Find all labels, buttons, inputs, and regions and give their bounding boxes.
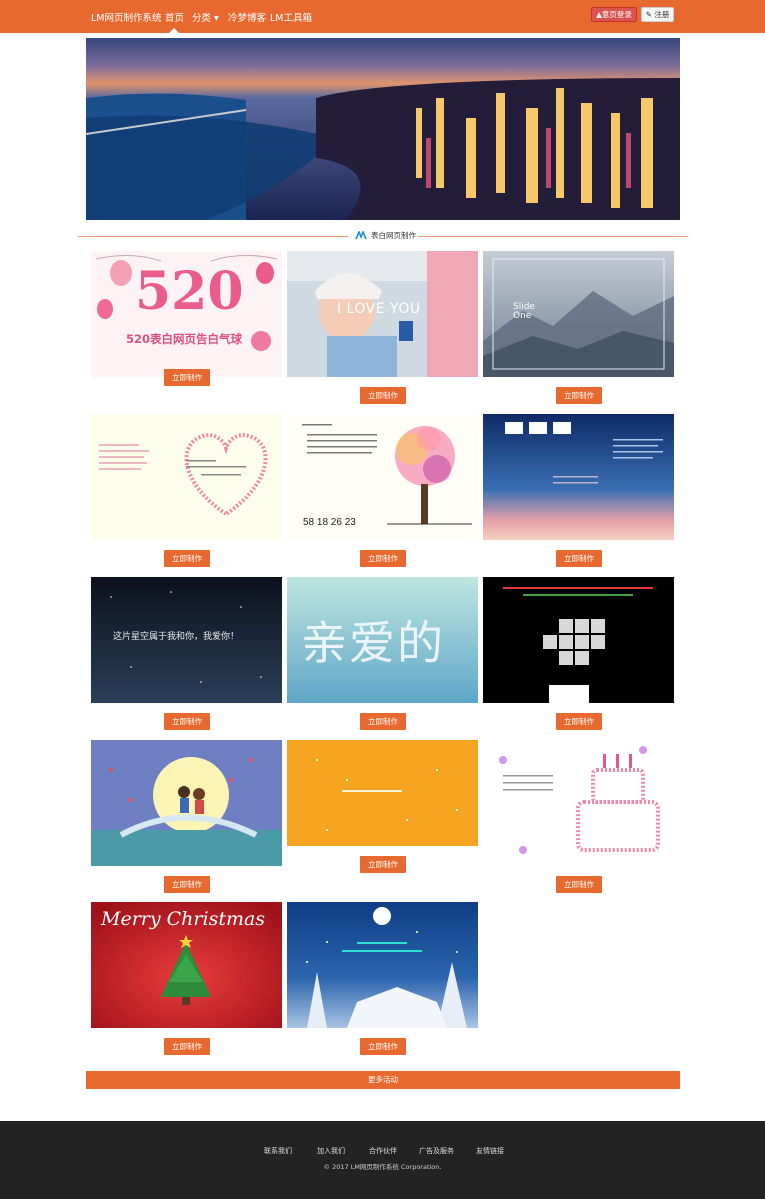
thumb-christmas-caption: Merry Christmas [101, 908, 266, 930]
make-button-11[interactable]: 立即制作 [360, 856, 406, 873]
nav-category-dropdown[interactable]: 分类 ▾ [192, 10, 219, 24]
template-thumb-moon-couple[interactable] [91, 740, 282, 866]
make-button-1[interactable]: 立即制作 [164, 369, 210, 386]
active-nav-indicator [169, 28, 179, 33]
thumb-starry-caption: 这片星空属于我和你，我爱你！ [113, 632, 240, 642]
template-thumb-orange-snow[interactable] [287, 740, 478, 846]
make-button-6[interactable]: 立即制作 [556, 550, 602, 567]
footer-link-partners[interactable]: 合作伙伴 [369, 1146, 397, 1156]
template-thumb-snow-house[interactable] [287, 902, 478, 1028]
template-thumb-dear[interactable]: 亲爱的 [287, 577, 478, 703]
nav-blog[interactable]: 冷梦博客 [228, 10, 266, 24]
template-thumb-sunset-letter[interactable] [483, 414, 674, 540]
thumb-520-caption: 520表白网页告白气球 [126, 332, 243, 346]
section-logo-icon [355, 230, 367, 239]
make-button-3[interactable]: 立即制作 [556, 387, 602, 404]
make-button-13[interactable]: 立即制作 [164, 1038, 210, 1055]
register-button[interactable]: ✎ 注册 [641, 7, 674, 22]
make-button-14[interactable]: 立即制作 [360, 1038, 406, 1055]
section-title-text: 表白网页制作 [371, 230, 416, 240]
template-thumb-i-love-you[interactable]: I LOVE YOU [287, 251, 478, 377]
template-thumb-heart-letter[interactable] [91, 414, 282, 540]
template-thumb-starry-sky[interactable]: 这片星空属于我和你，我爱你！ [91, 577, 282, 703]
make-button-10[interactable]: 立即制作 [164, 876, 210, 893]
login-button[interactable]: ▲意页登录 [591, 7, 637, 22]
make-button-8[interactable]: 立即制作 [360, 713, 406, 730]
nav-home[interactable]: 首页 [165, 10, 184, 24]
make-button-12[interactable]: 立即制作 [556, 876, 602, 893]
page-footer: 联系我们 加入我们 合作伙伴 广告及服务 友情链接 © 2017 LM网页制作系… [0, 1121, 765, 1199]
section-divider-right [418, 236, 688, 237]
make-button-4[interactable]: 立即制作 [164, 550, 210, 567]
template-thumb-photo-puzzle[interactable] [483, 577, 674, 703]
template-thumb-love-tree[interactable]: 58 18 26 23 [287, 414, 478, 540]
section-heading: 表白网页制作 [355, 228, 416, 242]
top-navbar: LM网页制作系统 首页 分类 ▾ 冷梦博客 LM工具箱 ▲意页登录 ✎ 注册 [0, 0, 765, 33]
section-divider-left [78, 236, 348, 237]
thumb-love-caption: I LOVE YOU [337, 301, 421, 317]
footer-link-join[interactable]: 加入我们 [317, 1146, 345, 1156]
more-activities-button[interactable]: 更多活动 [86, 1071, 680, 1089]
make-button-2[interactable]: 立即制作 [360, 387, 406, 404]
svg-text:58 18 26 23: 58 18 26 23 [303, 517, 356, 528]
make-button-5[interactable]: 立即制作 [360, 550, 406, 567]
template-thumb-christmas[interactable]: Merry Christmas [91, 902, 282, 1028]
template-thumb-520[interactable]: 520 520表白网页告白气球 [91, 251, 282, 377]
thumb-520-number: 520 [135, 261, 244, 322]
footer-link-ads[interactable]: 广告及服务 [419, 1146, 454, 1156]
footer-copyright: © 2017 LM网页制作系统 Corporation. [323, 1163, 442, 1171]
footer-link-contact[interactable]: 联系我们 [264, 1146, 292, 1156]
footer-link-friends[interactable]: 友情链接 [476, 1146, 504, 1156]
thumb-slide-caption: Slide One [513, 302, 535, 321]
nav-toolbox[interactable]: LM工具箱 [270, 10, 312, 24]
brand-logo[interactable]: LM网页制作系统 [91, 10, 162, 24]
hero-banner-image [86, 38, 680, 220]
template-thumb-slide-one[interactable]: Slide One [483, 251, 674, 377]
make-button-9[interactable]: 立即制作 [556, 713, 602, 730]
thumb-dear-caption: 亲爱的 [301, 616, 445, 670]
make-button-7[interactable]: 立即制作 [164, 713, 210, 730]
template-thumb-birthday-cake[interactable] [483, 740, 674, 866]
